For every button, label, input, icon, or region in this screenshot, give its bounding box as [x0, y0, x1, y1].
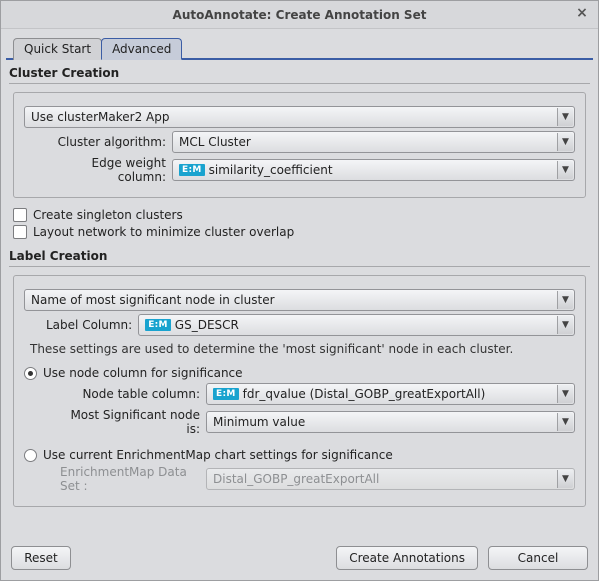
label-method-select[interactable]: Name of most significant node in cluster…: [24, 289, 575, 311]
window-title: AutoAnnotate: Create Annotation Set: [173, 8, 427, 22]
checkbox-icon: [13, 225, 27, 239]
label-column-label: Label Column:: [46, 318, 132, 332]
chevron-down-icon: ▼: [557, 161, 573, 179]
create-label: Create Annotations: [349, 551, 465, 565]
layout-checkbox[interactable]: Layout network to minimize cluster overl…: [13, 225, 590, 239]
chevron-down-icon: ▼: [557, 316, 573, 334]
node-col-value: fdr_qvalue (Distal_GOBP_greatExportAll): [243, 387, 486, 401]
chevron-down-icon: ▼: [557, 385, 573, 403]
divider: [9, 83, 590, 84]
tab-advanced[interactable]: Advanced: [101, 38, 182, 60]
cluster-algo-label: Cluster algorithm:: [46, 135, 166, 149]
chevron-down-icon: ▼: [557, 413, 573, 431]
layout-label: Layout network to minimize cluster overl…: [33, 225, 294, 239]
edge-weight-select[interactable]: E:M similarity_coefficient ▼: [172, 159, 575, 181]
chevron-down-icon: ▼: [557, 291, 573, 309]
singleton-label: Create singleton clusters: [33, 208, 183, 222]
label-section-title: Label Creation: [9, 249, 590, 263]
cluster-fieldset: Use clusterMaker2 App ▼ Cluster algorith…: [13, 92, 586, 198]
most-sig-value: Minimum value: [213, 415, 305, 429]
cluster-source-value: Use clusterMaker2 App: [31, 110, 169, 124]
most-sig-label: Most Significant node is:: [60, 408, 200, 436]
tab-quick-start[interactable]: Quick Start: [13, 38, 102, 60]
cancel-button[interactable]: Cancel: [488, 546, 588, 570]
em-dataset-value: Distal_GOBP_greatExportAll: [213, 472, 379, 486]
label-column-select[interactable]: E:M GS_DESCR ▼: [138, 314, 575, 336]
close-icon[interactable]: ×: [574, 5, 590, 21]
chevron-down-icon: ▼: [557, 108, 573, 126]
cluster-source-select[interactable]: Use clusterMaker2 App ▼: [24, 106, 575, 128]
label-column-value: GS_DESCR: [175, 318, 239, 332]
em-badge-icon: E:M: [145, 319, 171, 331]
radio-node-label: Use node column for significance: [43, 366, 243, 380]
radio-chart-settings[interactable]: Use current EnrichmentMap chart settings…: [24, 448, 575, 462]
divider: [9, 266, 590, 267]
chevron-down-icon: ▼: [557, 133, 573, 151]
em-dataset-select: Distal_GOBP_greatExportAll ▼: [206, 468, 575, 490]
radio-chart-label: Use current EnrichmentMap chart settings…: [43, 448, 393, 462]
node-col-label: Node table column:: [60, 387, 200, 401]
edge-weight-value: similarity_coefficient: [209, 163, 333, 177]
chevron-down-icon: ▼: [557, 470, 573, 488]
significance-hint: These settings are used to determine the…: [30, 342, 575, 356]
button-bar: Reset Create Annotations Cancel: [1, 536, 598, 580]
content-area: Quick Start Advanced Cluster Creation Us…: [1, 29, 598, 507]
edge-weight-label: Edge weight column:: [46, 156, 166, 184]
checkbox-icon: [13, 208, 27, 222]
em-badge-icon: E:M: [213, 388, 239, 400]
reset-button[interactable]: Reset: [11, 546, 71, 570]
cancel-label: Cancel: [518, 551, 559, 565]
cluster-algo-value: MCL Cluster: [179, 135, 251, 149]
create-annotations-button[interactable]: Create Annotations: [336, 546, 478, 570]
tab-quick-start-label: Quick Start: [24, 42, 91, 56]
tab-bar: Quick Start Advanced: [9, 37, 590, 59]
cluster-algo-select[interactable]: MCL Cluster ▼: [172, 131, 575, 153]
singleton-checkbox[interactable]: Create singleton clusters: [13, 208, 590, 222]
label-method-value: Name of most significant node in cluster: [31, 293, 275, 307]
label-fieldset: Name of most significant node in cluster…: [13, 275, 586, 507]
cluster-section-title: Cluster Creation: [9, 66, 590, 80]
radio-icon: [24, 449, 37, 462]
radio-icon: [24, 367, 37, 380]
node-col-select[interactable]: E:M fdr_qvalue (Distal_GOBP_greatExportA…: [206, 383, 575, 405]
dialog-window: AutoAnnotate: Create Annotation Set × Qu…: [0, 0, 599, 581]
reset-label: Reset: [24, 551, 58, 565]
titlebar: AutoAnnotate: Create Annotation Set ×: [1, 1, 598, 29]
radio-node-column[interactable]: Use node column for significance: [24, 366, 575, 380]
em-badge-icon: E:M: [179, 164, 205, 176]
tab-advanced-label: Advanced: [112, 42, 171, 56]
em-dataset-label: EnrichmentMap Data Set :: [60, 465, 200, 493]
most-sig-select[interactable]: Minimum value ▼: [206, 411, 575, 433]
